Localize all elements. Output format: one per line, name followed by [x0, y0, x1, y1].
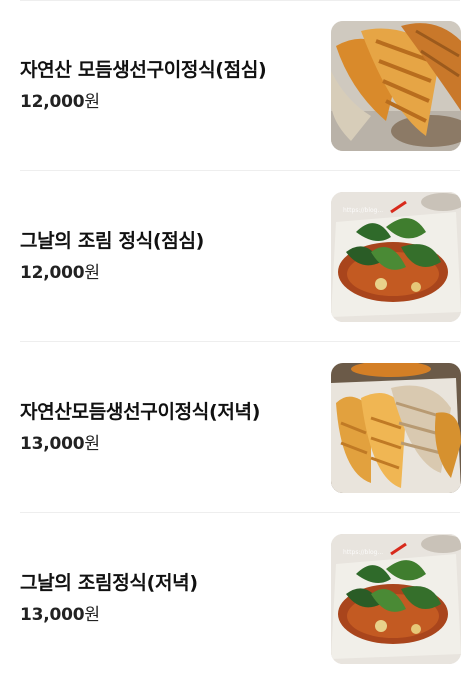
menu-item-price: 12,000원: [20, 91, 100, 113]
menu-item-name: 자연산 모듬생선구이정식(점심): [20, 59, 267, 81]
menu-item[interactable]: 그날의 조림정식(저녁) 13,000원 https://blog...: [0, 513, 474, 684]
grilled-fish-photo-image: [331, 363, 461, 493]
price-currency: 원: [84, 263, 100, 283]
price-currency: 원: [84, 605, 100, 625]
menu-item-price: 13,000원: [20, 604, 100, 626]
menu-item-name: 그날의 조림 정식(점심): [20, 230, 205, 252]
price-currency: 원: [84, 434, 100, 454]
menu-item-price: 13,000원: [20, 433, 100, 455]
braised-fish-photo-image: https://blog...: [331, 534, 461, 664]
price-amount: 13,000: [20, 434, 85, 454]
price-amount: 12,000: [20, 92, 85, 112]
price-currency: 원: [84, 92, 100, 112]
svg-text:https://blog...: https://blog...: [343, 207, 383, 214]
menu-item[interactable]: 그날의 조림 정식(점심) 12,000원 https://blog...: [0, 171, 474, 342]
menu-item-price: 12,000원: [20, 262, 100, 284]
braised-fish-photo-image: https://blog...: [331, 192, 461, 322]
braised-fish-photo: https://blog...: [331, 534, 461, 664]
grilled-fish-photo: [331, 21, 461, 151]
price-amount: 12,000: [20, 263, 85, 283]
menu-item[interactable]: 자연산모듬생선구이정식(저녁) 13,000원: [0, 342, 474, 513]
grilled-fish-photo-image: [331, 21, 461, 151]
braised-fish-photo: https://blog...: [331, 192, 461, 322]
grilled-fish-photo: [331, 363, 461, 493]
menu-item[interactable]: 자연산 모듬생선구이정식(점심) 12,000원: [0, 0, 474, 171]
menu-item-name: 그날의 조림정식(저녁): [20, 572, 198, 594]
price-amount: 13,000: [20, 605, 85, 625]
svg-text:https://blog...: https://blog...: [343, 549, 383, 556]
menu-item-name: 자연산모듬생선구이정식(저녁): [20, 401, 261, 423]
